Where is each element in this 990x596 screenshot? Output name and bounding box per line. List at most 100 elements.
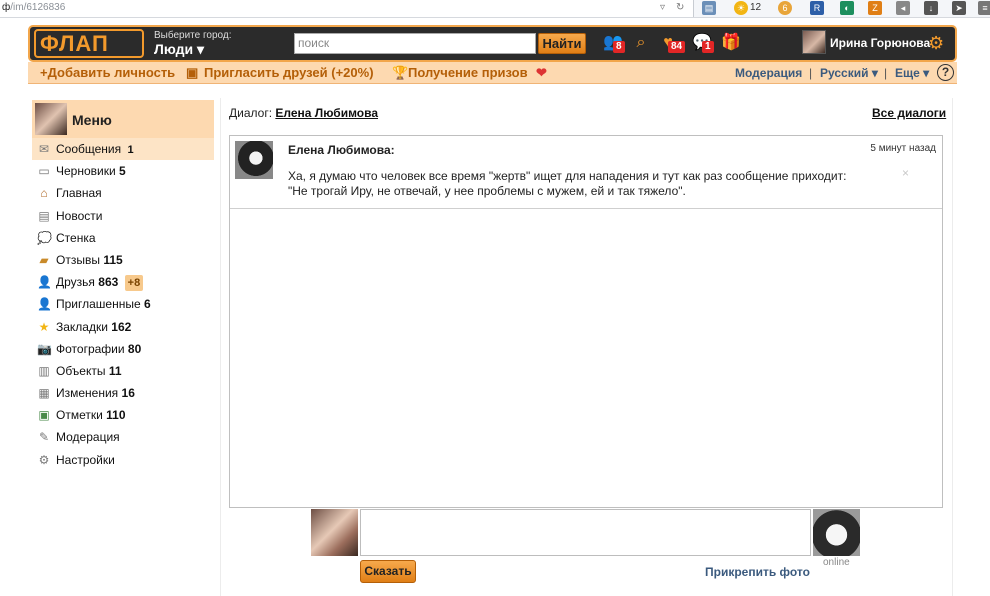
search-person-icon[interactable]: ⌕ [631, 33, 651, 53]
friends-icon: 👤 [37, 275, 52, 290]
building-icon: ▥ [38, 363, 50, 378]
share-icon[interactable]: Z [868, 1, 882, 15]
sidebar-item-label: Модерация [56, 430, 120, 445]
sidebar-item-reviews[interactable]: ▰ Отзывы 115 [32, 249, 214, 271]
avatar[interactable] [311, 509, 358, 556]
sidebar-item-moderation[interactable]: ✎ Модерация [32, 426, 214, 448]
prizes-link[interactable]: Получение призов [408, 65, 528, 80]
user-avatar[interactable] [802, 30, 826, 54]
more-menu[interactable]: Еще ▾ [895, 66, 929, 80]
wall-icon: 💭 [37, 230, 52, 245]
menu-title: Меню [72, 112, 112, 128]
message-input[interactable] [360, 509, 811, 556]
speaker-icon[interactable]: ◂ [896, 1, 910, 15]
help-icon[interactable]: ? [937, 64, 954, 81]
sidebar-item-label: Отзывы [56, 252, 100, 267]
add-person-link[interactable]: +Добавить личность [40, 65, 175, 80]
sidebar-item-objects[interactable]: ▥ Объекты 11 [32, 360, 214, 382]
extension-icon[interactable]: ▤ [702, 1, 716, 15]
download-icon[interactable]: ↓ [924, 1, 938, 15]
search-input[interactable]: поиск [294, 33, 536, 54]
sidebar-item-label: Фотографии [56, 341, 125, 356]
site-header: ФЛАП Выберите город: Люди ▾ поиск Найти … [28, 25, 957, 62]
reload-icon[interactable]: ↻ [676, 0, 684, 16]
people-badge: 8 [613, 41, 625, 53]
new-friends-badge[interactable]: +8 [124, 275, 144, 292]
invite-friends-icon: ▣ [186, 65, 199, 80]
moderation-icon: ✎ [38, 430, 50, 445]
marks-icon: ▣ [38, 408, 50, 423]
partner-avatar[interactable] [813, 509, 860, 556]
message-time: 5 минут назад [870, 143, 936, 154]
avatar[interactable] [35, 103, 67, 135]
language-selector[interactable]: Русский ▾ [820, 66, 878, 80]
send-button[interactable]: Сказать [360, 560, 416, 583]
sidebar-item-news[interactable]: ▤ Новости [32, 205, 214, 227]
sidebar-item-label: Настройки [56, 452, 115, 467]
sidebar-item-wall[interactable]: 💭 Стенка [32, 227, 214, 249]
user-name[interactable]: Ирина Горюнова [830, 36, 930, 50]
sidebar-item-changes[interactable]: ▦ Изменения 16 [32, 382, 214, 404]
dialog-header: Диалог: Елена Любимова [229, 106, 378, 120]
sidebar-item-drafts[interactable]: ▭ Черновики 5 [32, 160, 214, 182]
sidebar-item-settings[interactable]: ⚙ Настройки [32, 449, 214, 471]
message-author[interactable]: Елена Любимова: [288, 143, 395, 157]
send-icon[interactable]: ➤ [952, 1, 966, 15]
weather-icon[interactable]: ☀ [734, 1, 748, 15]
sidebar-item-count: 863 [98, 275, 119, 290]
likes-badge: 84 [668, 41, 686, 53]
sidebar-item-friends[interactable]: 👤 Друзья 863 +8 [32, 271, 214, 293]
sidebar-item-count: 1 [127, 144, 134, 156]
message-text: Ха, я думаю что человек все время "жертв… [288, 169, 868, 199]
bookmark-icon[interactable]: R [810, 1, 824, 15]
all-dialogs-link[interactable]: Все диалоги [872, 106, 946, 120]
sidebar-item-label: Приглашенные [56, 297, 141, 312]
sidebar-item-label: Стенка [56, 230, 96, 245]
online-status: online [823, 557, 850, 568]
gift-icon[interactable]: 🎁 [721, 33, 741, 53]
separator: | [809, 66, 813, 80]
address-bar[interactable]: ф/im/6126836 [0, 0, 694, 17]
url-path: /im/6126836 [10, 2, 66, 13]
message-line: Ха, я думаю что человек все время "жертв… [288, 169, 847, 183]
heart-gift-icon[interactable]: ❤ [536, 65, 547, 81]
sidebar-item-count: 80 [127, 341, 142, 356]
sidebar-item-marks[interactable]: ▣ Отметки 110 [32, 404, 214, 426]
envelope-icon: ✉ [38, 142, 50, 156]
chrome-ext-icon[interactable]: ◐ [840, 1, 854, 15]
message-list[interactable]: Елена Любимова: 5 минут назад Ха, я дума… [229, 135, 943, 508]
attach-photo-link[interactable]: Прикрепить фото [705, 565, 810, 579]
weather-temp: 12 [750, 2, 762, 13]
menu-icon[interactable]: ≡ [978, 1, 990, 15]
sidebar-item-home[interactable]: ⌂ Главная [32, 182, 214, 204]
dialog-label: Диалог: [229, 106, 273, 120]
sidebar-item-label: Отметки [56, 408, 103, 423]
message-line: "Не трогай Иру, не отвечай, у нее пробле… [288, 184, 686, 198]
close-icon[interactable]: × [902, 166, 909, 180]
sidebar-item-bookmarks[interactable]: ★ Закладки 162 [32, 316, 214, 338]
sidebar-item-label: Изменения [56, 386, 119, 401]
sidebar-item-messages[interactable]: ✉ Сообщения 1 [32, 138, 214, 161]
sidebar-item-label: Новости [56, 208, 103, 223]
message-item: Елена Любимова: 5 минут назад Ха, я дума… [230, 136, 942, 209]
home-icon: ⌂ [40, 186, 48, 201]
avatar[interactable] [235, 141, 273, 179]
dropdown-arrow-icon[interactable]: ▿ [660, 0, 665, 16]
addon-icon[interactable]: 6 [778, 1, 792, 15]
search-button[interactable]: Найти [538, 33, 586, 54]
moderation-link[interactable]: Модерация [735, 66, 802, 80]
city-selector[interactable]: Люди ▾ [154, 41, 204, 58]
sidebar-item-invited[interactable]: 👤 Приглашенные 6 [32, 293, 214, 315]
sidebar-item-count: 6 [144, 297, 151, 312]
gear-icon[interactable]: ⚙ [928, 33, 944, 53]
site-logo[interactable]: ФЛАП [40, 32, 109, 56]
invite-friends-link[interactable]: Пригласить друзей (+20%) [204, 65, 374, 80]
sidebar-item-label: Объекты [56, 363, 106, 378]
changes-icon: ▦ [38, 386, 50, 401]
separator: | [884, 66, 888, 80]
menu-header: Меню [32, 100, 214, 138]
draft-icon: ▭ [38, 164, 50, 179]
dialog-partner-link[interactable]: Елена Любимова [275, 106, 378, 120]
trophy-icon: 🏆 [392, 65, 409, 80]
sidebar-item-photos[interactable]: 📷 Фотографии 80 [32, 338, 214, 360]
